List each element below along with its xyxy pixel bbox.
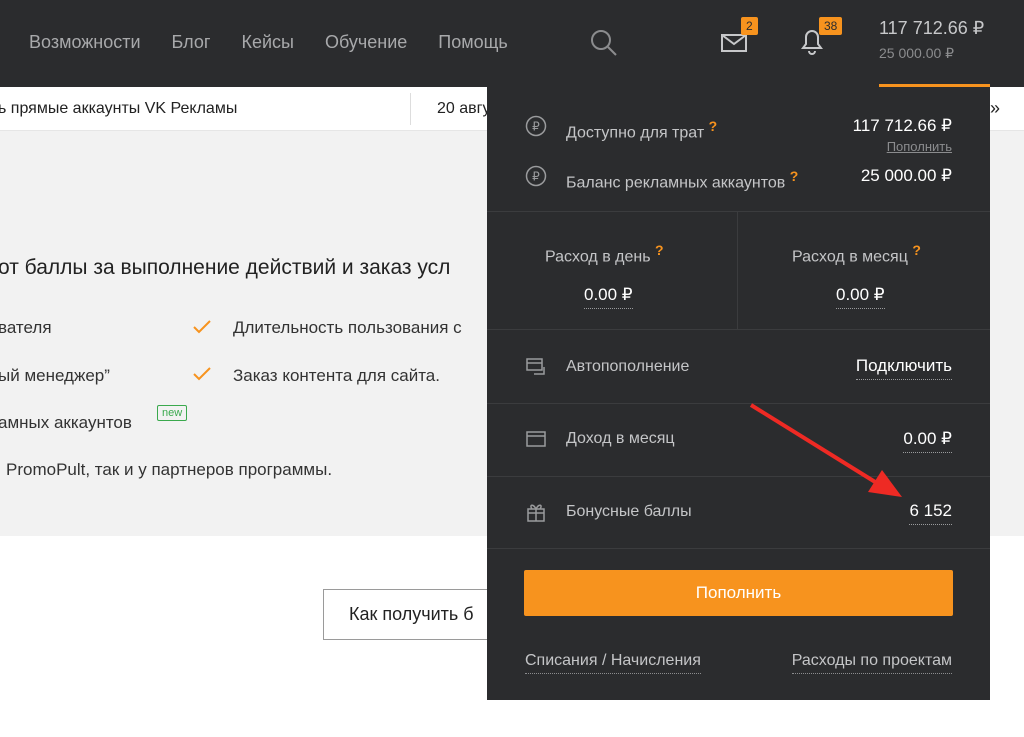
help-icon[interactable]: ? xyxy=(912,242,921,258)
autopay-label: Автопополнение xyxy=(566,358,690,375)
nav-blog[interactable]: Блог xyxy=(172,32,211,53)
list-item: вателя xyxy=(0,318,52,337)
nav-help[interactable]: Помощь xyxy=(438,32,508,53)
main-nav: Возможности Блог Кейсы Обучение Помощь xyxy=(29,32,539,53)
search-icon[interactable] xyxy=(589,28,619,58)
help-icon[interactable]: ? xyxy=(790,168,799,184)
help-icon[interactable]: ? xyxy=(709,118,718,134)
divider xyxy=(487,548,990,549)
divider xyxy=(487,476,990,477)
ad-balance-value: 25 000.00 ₽ xyxy=(860,166,952,185)
topup-button[interactable]: Пополнить xyxy=(524,570,953,616)
ticker-item[interactable]: ь прямые аккаунты VK Рекламы xyxy=(0,100,237,118)
income-label: Доход в месяц xyxy=(566,430,675,447)
divider xyxy=(487,211,990,212)
monthly-spend-value[interactable]: 0.00 ₽ xyxy=(836,285,885,309)
check-icon xyxy=(193,320,211,334)
svg-text:₽: ₽ xyxy=(532,170,540,184)
notification-count-badge: 38 xyxy=(819,17,843,35)
divider xyxy=(737,212,738,329)
svg-text:₽: ₽ xyxy=(532,120,540,134)
list-item: ый менеджер” xyxy=(0,366,110,385)
charges-link[interactable]: Списания / Начисления xyxy=(525,652,701,674)
topup-link[interactable]: Пополнить xyxy=(887,139,952,154)
list-item: PromoPult, так и у партнеров программы. xyxy=(6,460,333,479)
nav-learning[interactable]: Обучение xyxy=(325,32,407,53)
list-item: амных аккаунтов xyxy=(0,413,132,432)
available-label: Доступно для трат ? xyxy=(566,118,718,142)
ruble-icon: ₽ xyxy=(525,165,547,187)
ruble-icon: ₽ xyxy=(525,115,547,137)
ad-balance-label: Баланс рекламных аккаунтов ? xyxy=(566,168,799,192)
income-value[interactable]: 0.00 ₽ xyxy=(903,429,952,453)
balance-dropdown: ₽ Доступно для трат ? 117 712.66 ₽ Попол… xyxy=(487,87,990,700)
wallet-icon xyxy=(526,431,546,447)
new-badge: new xyxy=(157,405,188,421)
daily-spend-value[interactable]: 0.00 ₽ xyxy=(584,285,633,309)
ticker-next-arrow[interactable]: » xyxy=(990,98,1000,119)
daily-spend-label: Расход в день ? xyxy=(545,242,664,266)
monthly-spend-label: Расход в месяц ? xyxy=(792,242,921,266)
gift-icon xyxy=(527,504,545,522)
nav-cases[interactable]: Кейсы xyxy=(241,32,294,53)
check-icon xyxy=(193,367,211,381)
list-item: Длительность пользования с xyxy=(233,318,462,337)
help-icon[interactable]: ? xyxy=(655,242,664,258)
list-item: Заказ контента для сайта. xyxy=(233,366,440,385)
ticker-divider xyxy=(410,93,411,125)
available-value: 117 712.66 ₽ xyxy=(852,116,952,135)
bonus-value[interactable]: 6 152 xyxy=(909,501,952,525)
project-spend-link[interactable]: Расходы по проектам xyxy=(791,652,952,674)
section-headline: от баллы за выполнение действий и заказ … xyxy=(0,256,451,279)
divider xyxy=(487,329,990,330)
nav-features[interactable]: Возможности xyxy=(29,32,141,53)
autopay-connect-link[interactable]: Подключить xyxy=(855,356,952,380)
top-navbar: Возможности Блог Кейсы Обучение Помощь 2… xyxy=(0,0,1024,87)
header-balance[interactable]: 117 712.66 ₽ xyxy=(879,18,984,39)
mail-count-badge: 2 xyxy=(741,17,758,35)
divider xyxy=(487,403,990,404)
ticker-item[interactable]: 20 авгу xyxy=(437,100,490,118)
autopay-icon xyxy=(526,358,545,375)
bonus-label: Бонусные баллы xyxy=(566,503,692,520)
header-ad-balance[interactable]: 25 000.00 ₽ xyxy=(879,45,954,62)
